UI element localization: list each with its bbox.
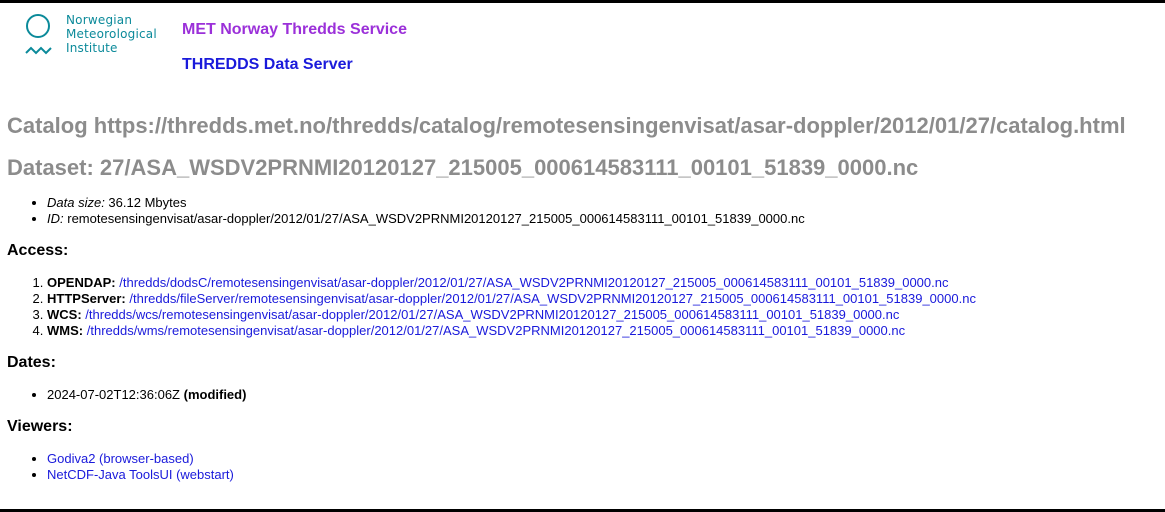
info-label: ID: xyxy=(47,211,64,226)
viewer-item: NetCDF-Java ToolsUI (webstart) xyxy=(47,467,1165,483)
dates-list: 2024-07-02T12:36:06Z (modified) xyxy=(7,387,1165,403)
info-item-data-size: Data size: 36.12 Mbytes xyxy=(47,195,1165,211)
access-heading: Access: xyxy=(7,242,69,259)
service-label: OPENDAP: xyxy=(47,275,116,290)
viewers-heading: Viewers: xyxy=(7,418,73,435)
service-label: HTTPServer: xyxy=(47,291,126,306)
main-content: Catalog https://thredds.met.no/thredds/c… xyxy=(7,111,1165,483)
godiva2-viewer-link[interactable]: Godiva2 (browser-based) xyxy=(47,451,194,466)
netcdf-java-toolsui-link[interactable]: NetCDF-Java ToolsUI (webstart) xyxy=(47,467,234,482)
logo-mark-icon xyxy=(25,14,52,55)
access-list: OPENDAP: /thredds/dodsC/remotesensingenv… xyxy=(7,275,1165,339)
wms-link[interactable]: /thredds/wms/remotesensingenvisat/asar-d… xyxy=(87,323,905,338)
logo-line-2: Meteorological xyxy=(66,27,157,41)
dataset-info-list: Data size: 36.12 Mbytes ID: remotesensin… xyxy=(7,195,1165,227)
logo-text: Norwegian Meteorological Institute xyxy=(66,13,157,55)
httpserver-link[interactable]: /thredds/fileServer/remotesensingenvisat… xyxy=(129,291,976,306)
wcs-link[interactable]: /thredds/wcs/remotesensingenvisat/asar-d… xyxy=(85,307,899,322)
info-item-id: ID: remotesensingenvisat/asar-doppler/20… xyxy=(47,211,1165,227)
info-value: 36.12 Mbytes xyxy=(104,195,187,210)
met-norway-logo[interactable]: Norwegian Meteorological Institute xyxy=(24,13,174,61)
viewer-item: Godiva2 (browser-based) xyxy=(47,451,1165,467)
thredds-data-server-link[interactable]: THREDDS Data Server xyxy=(182,56,353,74)
access-item-wcs: WCS: /thredds/wcs/remotesensingenvisat/a… xyxy=(47,307,1165,323)
date-type: (modified) xyxy=(183,387,247,402)
date-value: 2024-07-02T12:36:06Z xyxy=(47,387,184,402)
logo-line-1: Norwegian xyxy=(66,13,133,27)
service-title: MET Norway Thredds Service xyxy=(182,21,407,38)
info-label: Data size: xyxy=(47,195,105,210)
opendap-link[interactable]: /thredds/dodsC/remotesensingenvisat/asar… xyxy=(119,275,948,290)
dates-heading: Dates: xyxy=(7,354,56,371)
access-item-opendap: OPENDAP: /thredds/dodsC/remotesensingenv… xyxy=(47,275,1165,291)
catalog-title: Catalog https://thredds.met.no/thredds/c… xyxy=(7,113,1126,138)
access-item-wms: WMS: /thredds/wms/remotesensingenvisat/a… xyxy=(47,323,1165,339)
service-label: WCS: xyxy=(47,307,82,322)
logo-line-3: Institute xyxy=(66,41,118,55)
date-item: 2024-07-02T12:36:06Z (modified) xyxy=(47,387,1165,403)
access-item-httpserver: HTTPServer: /thredds/fileServer/remotese… xyxy=(47,291,1165,307)
viewers-list: Godiva2 (browser-based) NetCDF-Java Tool… xyxy=(7,451,1165,483)
service-label: WMS: xyxy=(47,323,84,338)
info-value: remotesensingenvisat/asar-doppler/2012/0… xyxy=(63,211,805,226)
dataset-title: Dataset: 27/ASA_WSDV2PRNMI20120127_21500… xyxy=(7,155,919,180)
page-header: Norwegian Meteorological Institute MET N… xyxy=(0,3,1165,83)
